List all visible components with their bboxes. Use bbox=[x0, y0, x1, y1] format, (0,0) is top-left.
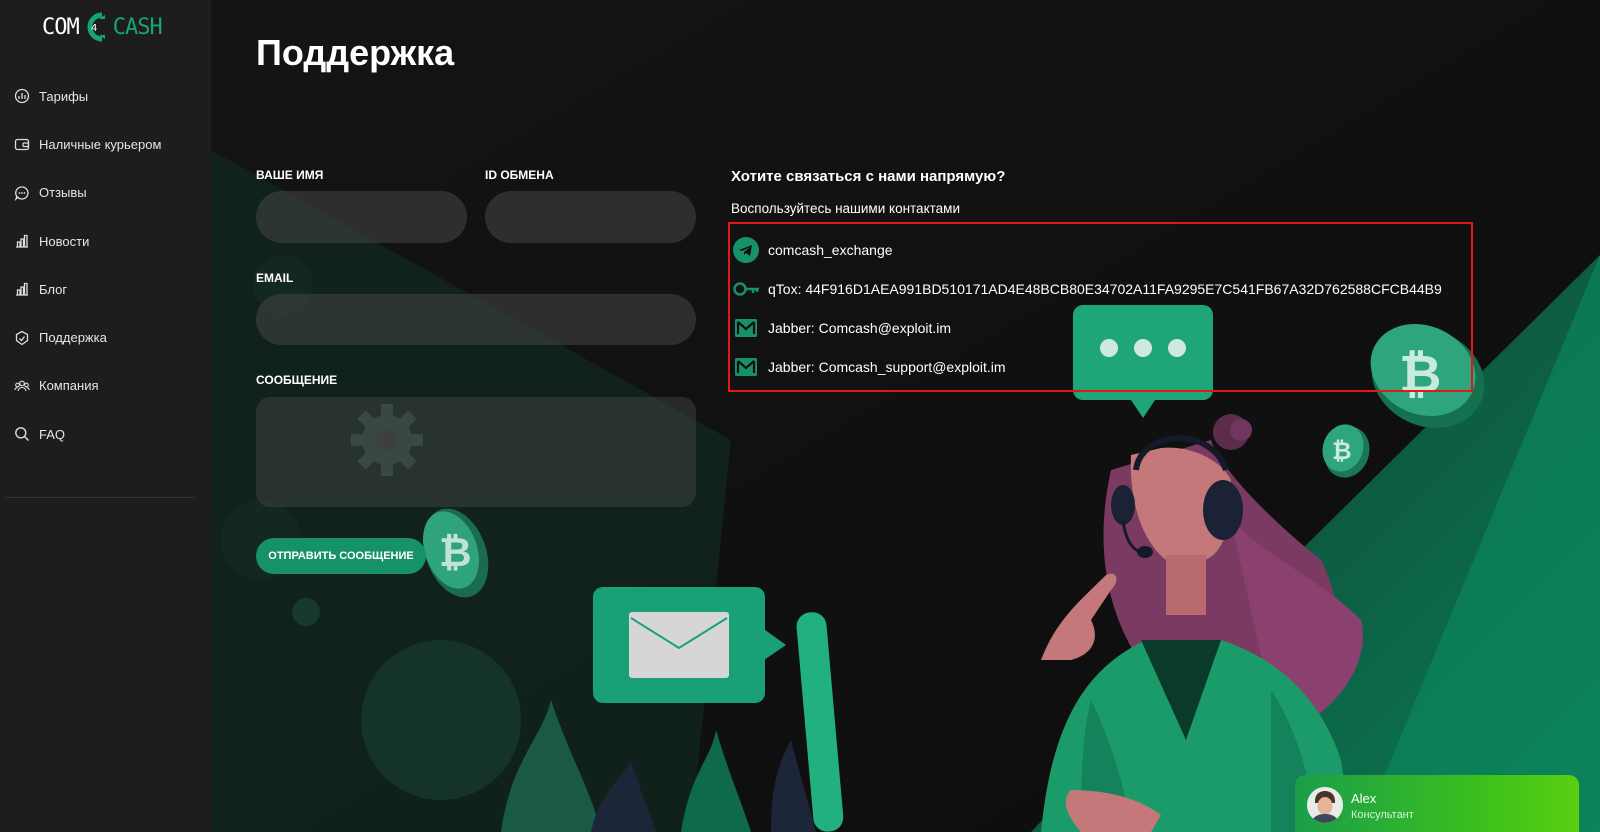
tariffs-icon bbox=[14, 88, 30, 104]
contact-telegram[interactable]: comcash_exchange bbox=[732, 235, 893, 265]
envelope-bubble-icon bbox=[593, 587, 786, 703]
logo[interactable]: COM 4 CASH bbox=[42, 10, 163, 44]
exchange-id-input[interactable] bbox=[485, 191, 696, 243]
chat-agent-name: Alex bbox=[1351, 791, 1377, 806]
chat-agent-role: Консультант bbox=[1351, 809, 1414, 821]
svg-text:₿: ₿ bbox=[439, 530, 472, 576]
sidebar-item-label: FAQ bbox=[39, 426, 66, 442]
contact-jabber-main[interactable]: Jabber: Comcash@exploit.im bbox=[732, 313, 951, 343]
wallet-icon bbox=[14, 139, 30, 151]
sidebar-item-label: Отзывы bbox=[39, 185, 87, 201]
people-icon bbox=[14, 380, 30, 392]
sidebar-item-blog[interactable]: Блог bbox=[0, 265, 211, 313]
logo-text-right: CASH bbox=[112, 14, 163, 40]
name-input[interactable] bbox=[256, 191, 467, 243]
contact-text: Jabber: Comcash@exploit.im bbox=[768, 320, 952, 336]
sidebar-nav: Тарифы Наличные курьером Отзывы Новости … bbox=[0, 72, 211, 458]
sidebar-item-label: Тарифы bbox=[39, 88, 89, 104]
contact-text: qTox: 44F916D1AEA991BD510171AD4E48BCB80E… bbox=[768, 281, 1442, 297]
name-label: ВАШЕ ИМЯ bbox=[256, 168, 324, 182]
sidebar-item-support[interactable]: Поддержка bbox=[0, 313, 211, 361]
sidebar-item-label: Наличные курьером bbox=[39, 136, 162, 152]
sidebar-item-courier-cash[interactable]: Наличные курьером bbox=[0, 120, 211, 168]
sidebar-divider bbox=[6, 497, 194, 498]
contacts-heading: Хотите связаться с нами напрямую? bbox=[731, 168, 1006, 185]
svg-text:₿: ₿ bbox=[1332, 437, 1352, 465]
exchange-id-label: ID ОБМЕНА bbox=[485, 168, 554, 182]
sidebar-item-tariffs[interactable]: Тарифы bbox=[0, 72, 211, 120]
contact-qtox[interactable]: qTox: 44F916D1AEA991BD510171AD4E48BCB80E… bbox=[732, 274, 1442, 304]
sidebar-item-reviews[interactable]: Отзывы bbox=[0, 169, 211, 217]
contacts-subheading: Воспользуйтесь нашими контактами bbox=[731, 201, 960, 216]
contact-text: comcash_exchange bbox=[768, 242, 893, 258]
sidebar-item-faq[interactable]: FAQ bbox=[0, 410, 211, 458]
svg-text:4: 4 bbox=[91, 23, 97, 34]
contact-text: Jabber: Comcash_support@exploit.im bbox=[768, 359, 1006, 375]
logo-text-left: COM bbox=[42, 14, 80, 40]
avatar bbox=[1307, 787, 1343, 823]
email-input[interactable] bbox=[256, 294, 696, 345]
mail-icon bbox=[735, 358, 757, 376]
sidebar-item-label: Поддержка bbox=[39, 330, 107, 346]
send-message-button[interactable]: ОТПРАВИТЬ СООБЩЕНИЕ bbox=[256, 538, 426, 574]
message-textarea[interactable] bbox=[256, 397, 696, 507]
email-label: EMAIL bbox=[256, 271, 294, 285]
page-title: Поддержка bbox=[256, 32, 455, 73]
chat-bubble-icon bbox=[14, 186, 29, 201]
main-content: ₿ ₿ ₿ Поддержка ВАШЕ ИМЯ ID ОБМЕНА EMAIL… bbox=[211, 0, 1600, 832]
bar-chart-icon bbox=[16, 283, 28, 296]
sidebar-item-label: Компания bbox=[39, 378, 99, 394]
message-label: СООБЩЕНИЕ bbox=[256, 373, 338, 387]
search-icon bbox=[15, 427, 30, 442]
sidebar-item-label: Новости bbox=[39, 233, 90, 249]
mail-icon bbox=[735, 319, 757, 337]
key-icon bbox=[733, 282, 759, 296]
sidebar-item-news[interactable]: Новости bbox=[0, 217, 211, 265]
sidebar: COM 4 CASH Тарифы Наличные курьером Отзы… bbox=[0, 0, 211, 832]
contact-jabber-support[interactable]: Jabber: Comcash_support@exploit.im bbox=[732, 352, 1006, 382]
logo-coin-icon: 4 bbox=[87, 12, 105, 42]
bar-chart-icon bbox=[16, 234, 28, 248]
sidebar-item-label: Блог bbox=[39, 281, 68, 297]
telegram-icon bbox=[733, 237, 759, 263]
support-icon bbox=[15, 330, 29, 345]
live-chat-widget[interactable]: Alex Консультант bbox=[1295, 775, 1579, 832]
sidebar-item-company[interactable]: Компания bbox=[0, 362, 211, 410]
